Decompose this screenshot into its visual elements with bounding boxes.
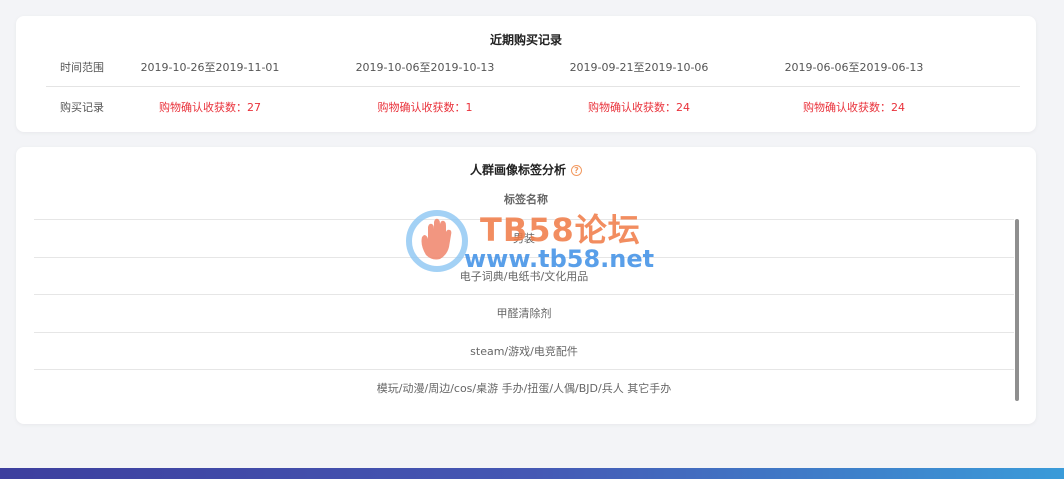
bottom-gradient-bar [0, 468, 1064, 479]
time-range-cell: 2019-09-21至2019-10-06 [569, 61, 709, 74]
table-row: 电子词典/电纸书/文化用品 [34, 256, 1014, 295]
time-range-cell: 2019-10-06至2019-10-13 [355, 61, 495, 74]
table-row: 甲醛清除剂 [34, 294, 1014, 332]
purchase-record-cell: 购物确认收获数：27 [159, 101, 261, 114]
table-row: steam/游戏/电竞配件 [34, 331, 1014, 370]
table-row: 模玩/动漫/周边/cos/桌游 手办/扭蛋/人偶/BJD/兵人 其它手办 [34, 369, 1014, 407]
purchase-records-title: 近期购买记录 [489, 33, 562, 47]
question-circle-icon[interactable]: ? [571, 165, 582, 176]
crowd-tags-card: 人群画像标签分析? 标签名称 男装 电子词典/电纸书/文化用品 甲醛清除剂 st… [16, 147, 1036, 424]
crowd-tags-title-wrap: 人群画像标签分析? [16, 161, 1036, 178]
time-range-cell: 2019-06-06至2019-06-13 [784, 61, 924, 74]
purchase-record-cell: 购物确认收获数：24 [803, 101, 905, 114]
purchase-record-cell: 购物确认收获数：1 [377, 101, 473, 114]
tag-name-column-header: 标签名称 [504, 193, 548, 206]
purchase-record-cell: 购物确认收获数：24 [588, 101, 690, 114]
purchase-records-card: 近期购买记录 时间范围 2019-10-26至2019-11-01 2019-1… [16, 16, 1036, 132]
crowd-tags-title: 人群画像标签分析 [469, 163, 566, 177]
scrollbar[interactable] [1015, 219, 1019, 401]
time-range-cell: 2019-10-26至2019-11-01 [140, 61, 280, 74]
row-divider [46, 86, 1020, 87]
tag-list[interactable]: 男装 电子词典/电纸书/文化用品 甲醛清除剂 steam/游戏/电竞配件 模玩/… [34, 219, 1014, 407]
table-row: 男装 [34, 219, 1014, 257]
